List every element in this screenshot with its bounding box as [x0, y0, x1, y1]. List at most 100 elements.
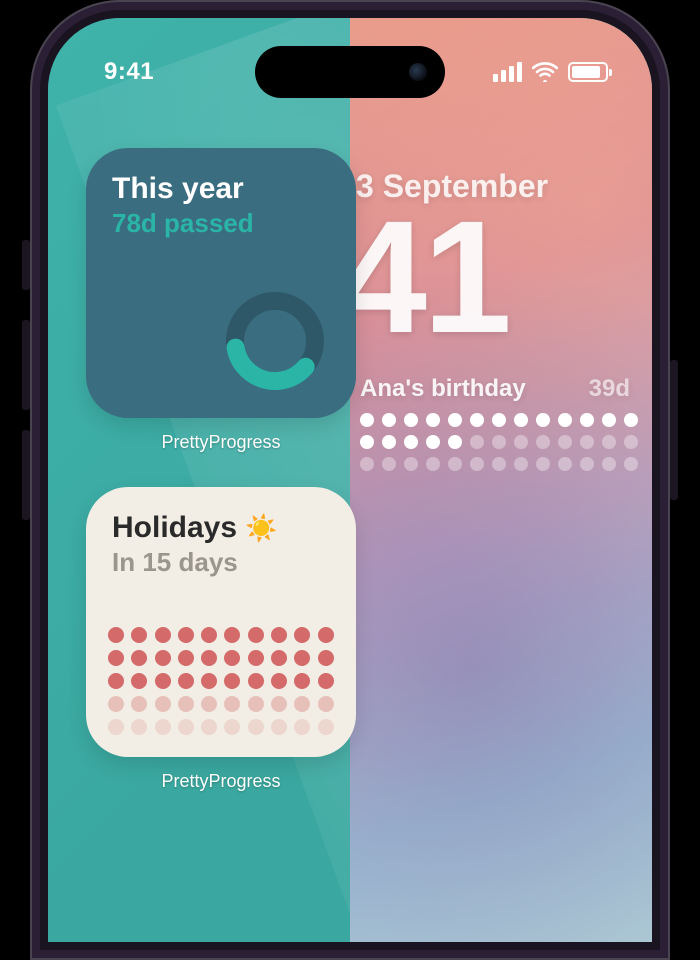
dot: [224, 650, 240, 666]
lock-screen-content: 3 September 41 Ana's birthday 39d: [350, 168, 634, 471]
dot: [404, 413, 418, 427]
dot: [248, 627, 264, 643]
dot: [178, 719, 194, 735]
dot: [201, 673, 217, 689]
dot: [178, 696, 194, 712]
dot: [492, 413, 506, 427]
lock-widget-title: Ana's birthday: [360, 375, 526, 403]
volume-down-button[interactable]: [22, 430, 30, 520]
dot: [426, 457, 440, 471]
wifi-icon: [532, 62, 558, 82]
dot: [470, 413, 484, 427]
dot: [318, 719, 334, 735]
dot: [580, 457, 594, 471]
dot: [558, 435, 572, 449]
dot: [131, 719, 147, 735]
widget-subtitle: 78d passed: [112, 208, 330, 239]
dot: [514, 457, 528, 471]
dot: [131, 627, 147, 643]
dot: [294, 719, 310, 735]
dot: [271, 719, 287, 735]
dot: [131, 696, 147, 712]
dot: [271, 650, 287, 666]
dot: [271, 673, 287, 689]
lock-countdown-widget[interactable]: Ana's birthday 39d: [360, 375, 634, 471]
dot: [318, 673, 334, 689]
dot: [224, 627, 240, 643]
widget-app-label: PrettyProgress: [86, 771, 356, 792]
widget-holidays[interactable]: Holidays ☀️ In 15 days: [86, 487, 356, 757]
dot: [224, 696, 240, 712]
dot: [178, 673, 194, 689]
dot: [108, 696, 124, 712]
dot: [602, 435, 616, 449]
dot: [155, 627, 171, 643]
dot: [404, 435, 418, 449]
progress-ring-icon: [220, 286, 330, 396]
lock-widget-remaining: 39d: [589, 375, 630, 403]
widget-title: This year: [112, 172, 330, 206]
status-time: 9:41: [104, 58, 154, 86]
dot: [448, 457, 462, 471]
dot: [108, 627, 124, 643]
dot: [448, 413, 462, 427]
sun-icon: ☀️: [245, 513, 277, 543]
dot: [624, 457, 638, 471]
cellular-signal-icon: [493, 62, 522, 82]
widget-this-year[interactable]: This year 78d passed: [86, 148, 356, 418]
dot: [108, 650, 124, 666]
widget-title: Holidays ☀️: [112, 511, 330, 545]
dot: [155, 673, 171, 689]
dot: [224, 719, 240, 735]
dot: [580, 435, 594, 449]
phone-frame: 9:41: [30, 0, 670, 960]
dot: [131, 650, 147, 666]
battery-icon: [568, 62, 608, 82]
dot: [360, 435, 374, 449]
dot: [318, 650, 334, 666]
dot: [248, 696, 264, 712]
volume-up-button[interactable]: [22, 320, 30, 410]
dot: [201, 627, 217, 643]
dot: [108, 719, 124, 735]
dot: [201, 650, 217, 666]
lock-widget-dot-grid: [360, 413, 634, 471]
dot: [602, 457, 616, 471]
lock-wallpaper: [350, 18, 652, 942]
dot: [536, 413, 550, 427]
dot: [536, 435, 550, 449]
dot: [248, 719, 264, 735]
phone-screen[interactable]: 9:41: [48, 18, 652, 942]
dot: [492, 457, 506, 471]
dot: [318, 696, 334, 712]
power-button[interactable]: [670, 360, 678, 500]
dynamic-island[interactable]: [255, 46, 445, 98]
dot: [624, 413, 638, 427]
dot: [492, 435, 506, 449]
dot: [448, 435, 462, 449]
lock-time: 41: [338, 209, 634, 345]
widget-title-text: Holidays: [112, 511, 237, 544]
dot: [426, 413, 440, 427]
dot: [470, 435, 484, 449]
dot: [382, 435, 396, 449]
dot: [382, 413, 396, 427]
dot: [318, 627, 334, 643]
mute-switch[interactable]: [22, 240, 30, 290]
dot: [201, 719, 217, 735]
dot: [470, 457, 484, 471]
dot: [514, 413, 528, 427]
dot: [404, 457, 418, 471]
dot: [426, 435, 440, 449]
dot: [201, 696, 217, 712]
dot: [224, 673, 240, 689]
dot: [155, 696, 171, 712]
dot: [514, 435, 528, 449]
dot: [178, 627, 194, 643]
dot: [131, 673, 147, 689]
widget-app-label: PrettyProgress: [86, 432, 356, 453]
dot: [580, 413, 594, 427]
dot: [155, 650, 171, 666]
widget-dot-grid: [108, 627, 334, 735]
dot: [294, 696, 310, 712]
